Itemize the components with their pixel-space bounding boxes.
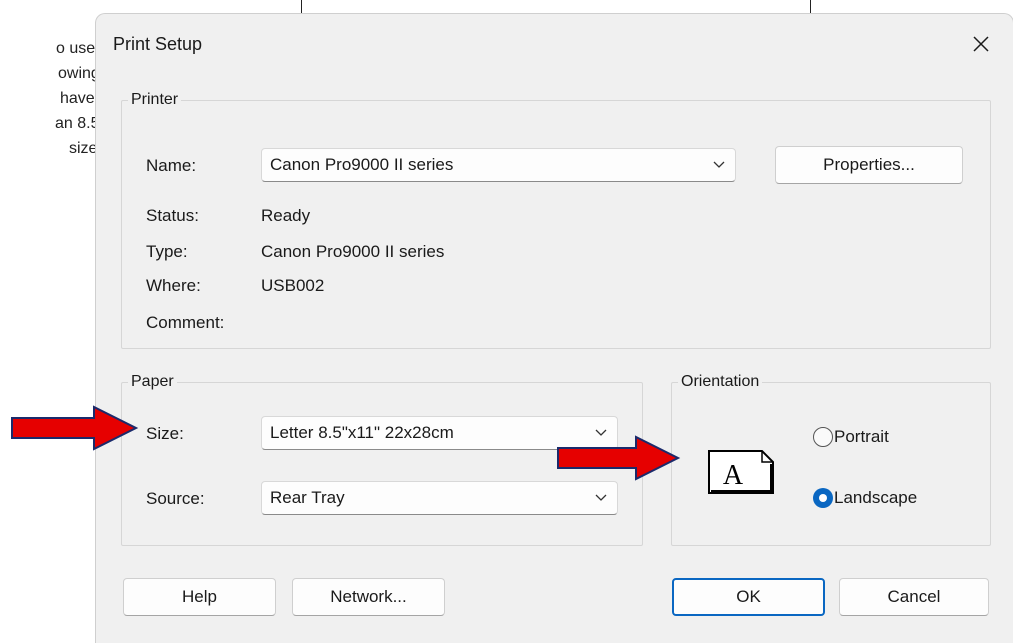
paper-group-legend: Paper	[128, 371, 177, 393]
table-divider	[301, 0, 302, 14]
comment-label: Comment:	[146, 313, 225, 332]
printer-name-value: Canon Pro9000 II series	[270, 155, 454, 174]
printer-name-dropdown[interactable]: Canon Pro9000 II series	[261, 148, 736, 182]
dialog-title: Print Setup	[113, 34, 203, 54]
background-document-text: o use owing have an 8.5 size	[0, 36, 100, 161]
background-text-line: have	[60, 90, 95, 107]
title-bar: Print Setup	[96, 14, 1013, 68]
size-label: Size:	[146, 424, 184, 443]
properties-button[interactable]: Properties...	[775, 146, 963, 184]
ok-button[interactable]: OK	[672, 578, 825, 616]
table-divider	[810, 0, 811, 14]
page-letter: A	[723, 460, 744, 491]
cancel-button[interactable]: Cancel	[839, 578, 989, 616]
type-value: Canon Pro9000 II series	[261, 242, 445, 261]
where-value: USB002	[261, 276, 325, 295]
annotation-arrow-icon	[11, 405, 139, 451]
page-landscape-icon: A	[708, 450, 774, 494]
status-value: Ready	[261, 206, 311, 225]
background-text-line: size	[69, 140, 98, 157]
background-table-strip	[96, 0, 1013, 14]
background-text-line: an 8.5	[55, 115, 100, 132]
where-label: Where:	[146, 276, 201, 295]
background-text-line: o use	[56, 40, 96, 57]
help-button[interactable]: Help	[123, 578, 276, 616]
background-text-line: owing	[58, 65, 100, 82]
type-label: Type:	[146, 242, 188, 261]
network-button[interactable]: Network...	[292, 578, 445, 616]
chevron-down-icon	[713, 161, 725, 168]
source-label: Source:	[146, 489, 205, 508]
portrait-radio[interactable]	[813, 427, 833, 447]
orientation-group: Orientation A Portrait Landscape	[671, 371, 991, 546]
paper-source-dropdown[interactable]: Rear Tray	[261, 481, 618, 515]
close-button[interactable]	[965, 28, 997, 60]
landscape-radio[interactable]	[813, 488, 833, 508]
chevron-down-icon	[595, 494, 607, 501]
orientation-group-legend: Orientation	[678, 371, 763, 393]
printer-group: Printer Name: Canon Pro9000 II series Pr…	[121, 89, 991, 349]
portrait-label[interactable]: Portrait	[834, 426, 889, 448]
landscape-label[interactable]: Landscape	[834, 487, 917, 509]
paper-source-value: Rear Tray	[270, 488, 345, 507]
printer-group-legend: Printer	[128, 89, 182, 111]
name-label: Name:	[146, 156, 197, 175]
print-setup-dialog: Print Setup Printer Name: Canon Pro9000 …	[96, 14, 1013, 643]
status-label: Status:	[146, 206, 199, 225]
close-icon	[973, 36, 989, 52]
paper-size-value: Letter 8.5"x11" 22x28cm	[270, 423, 454, 442]
annotation-arrow-icon	[557, 435, 681, 481]
